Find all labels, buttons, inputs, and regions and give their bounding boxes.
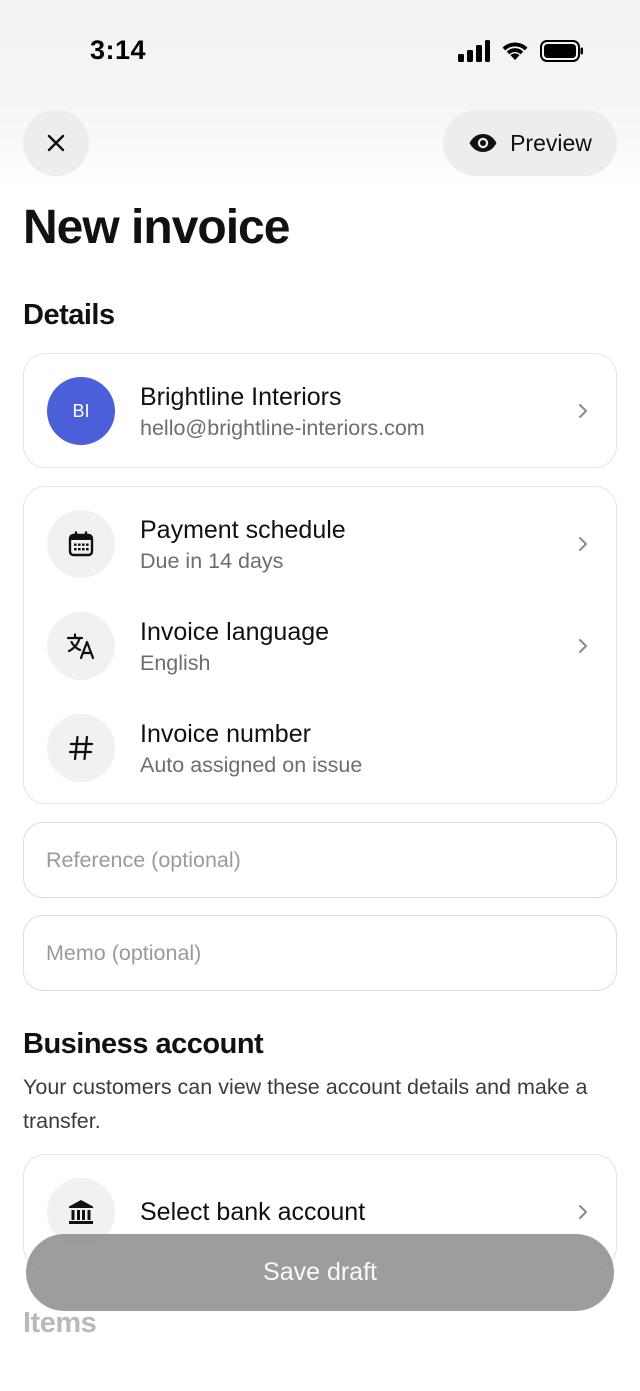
payment-schedule-title: Payment schedule xyxy=(140,516,346,544)
preview-label: Preview xyxy=(510,129,592,156)
chevron-right-icon xyxy=(579,1205,587,1219)
customer-row[interactable]: BI Brightline Interiors hello@brightline… xyxy=(24,366,616,456)
items-heading: Items xyxy=(23,1307,97,1339)
invoice-settings-card: Payment schedule Due in 14 days Invoice … xyxy=(23,486,617,804)
status-icons xyxy=(458,40,584,62)
chevron-right-icon xyxy=(579,404,587,418)
chevron-right-icon xyxy=(579,639,587,653)
eye-icon xyxy=(469,134,497,152)
save-draft-label: Save draft xyxy=(263,1258,377,1286)
preview-button[interactable]: Preview xyxy=(443,110,617,176)
close-icon xyxy=(47,134,65,152)
payment-schedule-value: Due in 14 days xyxy=(140,549,284,573)
signal-icon xyxy=(458,40,490,62)
business-account-description: Your customers can view these account de… xyxy=(23,1075,588,1133)
hash-icon-wrap xyxy=(47,714,115,782)
memo-input[interactable] xyxy=(24,916,616,990)
calendar-icon-wrap xyxy=(47,510,115,578)
customer-card[interactable]: BI Brightline Interiors hello@brightline… xyxy=(23,353,617,468)
business-account-heading: Business account xyxy=(23,1028,264,1060)
invoice-number-row: Invoice number Auto assigned on issue xyxy=(24,703,616,793)
hash-icon xyxy=(68,735,94,761)
status-bar: 3:14 xyxy=(0,0,640,100)
invoice-language-title: Invoice language xyxy=(140,618,330,646)
wifi-icon xyxy=(502,42,528,60)
page-title: New invoice xyxy=(23,201,290,254)
translate-icon xyxy=(66,633,95,660)
reference-input[interactable] xyxy=(24,823,616,897)
customer-name: Brightline Interiors xyxy=(140,383,342,411)
battery-icon xyxy=(540,40,583,62)
calendar-icon xyxy=(68,531,94,557)
select-bank-account-label: Select bank account xyxy=(140,1198,366,1226)
avatar-initials: BI xyxy=(72,400,90,421)
chevron-right-icon xyxy=(579,537,587,551)
translate-icon-wrap xyxy=(47,612,115,680)
payment-schedule-row[interactable]: Payment schedule Due in 14 days xyxy=(24,499,616,589)
avatar: BI xyxy=(47,377,115,445)
save-draft-button[interactable]: Save draft xyxy=(26,1234,614,1311)
invoice-number-title: Invoice number xyxy=(140,720,311,748)
close-button[interactable] xyxy=(23,110,89,176)
details-heading: Details xyxy=(23,299,115,331)
invoice-number-value: Auto assigned on issue xyxy=(140,753,363,777)
reference-field[interactable] xyxy=(23,822,617,898)
customer-email: hello@brightline-interiors.com xyxy=(140,416,425,440)
invoice-language-row[interactable]: Invoice language English xyxy=(24,601,616,691)
memo-field[interactable] xyxy=(23,915,617,991)
invoice-language-value: English xyxy=(140,651,211,675)
bank-icon xyxy=(69,1200,93,1224)
status-time: 3:14 xyxy=(90,35,147,65)
